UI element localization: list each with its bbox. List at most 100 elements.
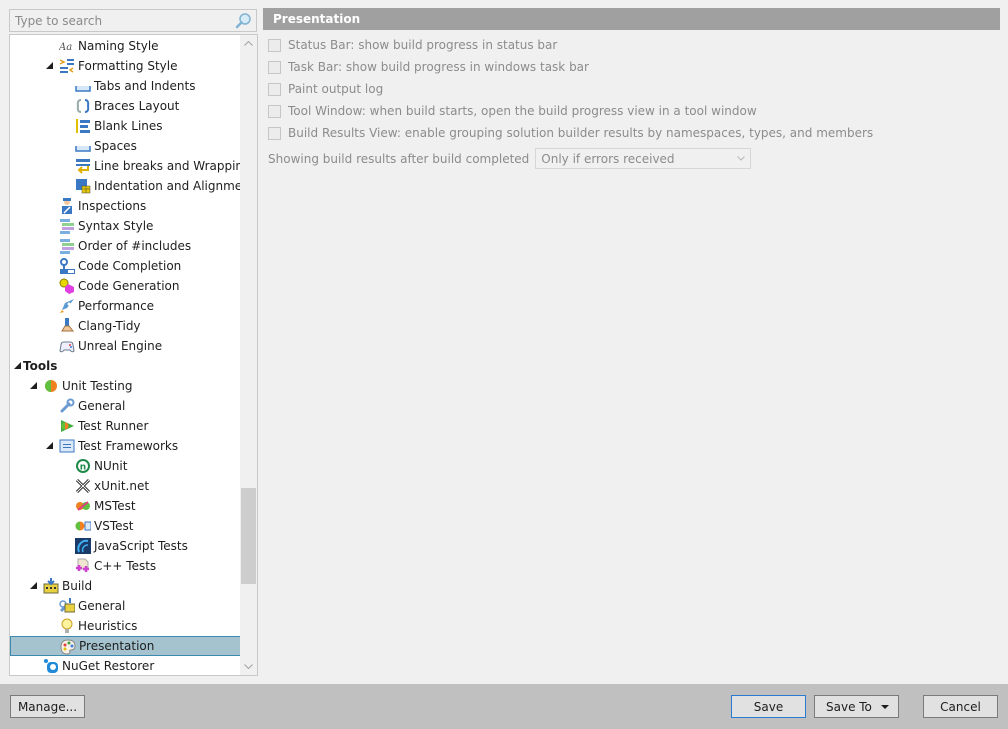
formatting-style-icon: [59, 58, 75, 74]
tree-item[interactable]: Inspections: [10, 196, 241, 216]
tree-item[interactable]: Syntax Style: [10, 216, 241, 236]
manage-button[interactable]: Manage...: [10, 695, 85, 718]
tree-item[interactable]: Spaces: [10, 136, 241, 156]
tree-item[interactable]: xUnit.net: [10, 476, 241, 496]
tree-item[interactable]: NuGet Restorer: [10, 656, 241, 675]
scroll-thumb[interactable]: [241, 488, 256, 584]
tree-item-label: Presentation: [79, 639, 155, 653]
nuget-icon: [43, 658, 59, 674]
tree-item-label: C++ Tests: [94, 559, 157, 573]
wrench-icon: [59, 398, 75, 414]
indentation-icon: [75, 178, 91, 194]
tree-item[interactable]: Heuristics: [10, 616, 241, 636]
option-build-results-view[interactable]: Build Results View: enable grouping solu…: [268, 124, 873, 142]
build-general-icon: [59, 598, 76, 614]
tree-item-label: Spaces: [94, 139, 137, 153]
tree-scrollbar[interactable]: [240, 35, 257, 675]
expander-expanded-icon[interactable]: [45, 61, 55, 71]
tree-item-label: Braces Layout: [94, 99, 180, 113]
tree-item[interactable]: Blank Lines: [10, 116, 241, 136]
tree-item[interactable]: Braces Layout: [10, 96, 241, 116]
showing-results-dropdown[interactable]: Only if errors received: [535, 148, 752, 169]
paint-output-log-checkbox[interactable]: [268, 82, 281, 96]
chevron-down-icon: [737, 154, 746, 164]
svg-text:Aa: Aa: [59, 42, 72, 53]
tree-item[interactable]: Order of #includes: [10, 236, 241, 256]
scroll-down-arrow-icon[interactable]: [240, 658, 257, 675]
tree-item[interactable]: Presentation: [10, 636, 241, 656]
tree-item[interactable]: Unit Testing: [10, 376, 241, 396]
scroll-up-arrow-icon[interactable]: [240, 35, 257, 52]
tree-item[interactable]: Code Generation: [10, 276, 241, 296]
expander-expanded-icon[interactable]: [13, 361, 23, 371]
tree-item[interactable]: Test Runner: [10, 416, 241, 436]
tree-item[interactable]: JavaScript Tests: [10, 536, 241, 556]
status-bar-checkbox[interactable]: [268, 38, 281, 52]
tree-item[interactable]: General: [10, 596, 241, 616]
search-icon[interactable]: [235, 12, 253, 30]
tree-item[interactable]: Indentation and Alignment: [10, 176, 254, 196]
expander-expanded-icon[interactable]: [45, 441, 55, 451]
tree-item-label: Unreal Engine: [78, 339, 163, 353]
tree-item[interactable]: Line breaks and Wrapping: [10, 156, 251, 176]
spaces-icon: [75, 138, 91, 154]
option-status-bar[interactable]: Status Bar: show build progress in statu…: [268, 36, 557, 54]
tree-item-label: JavaScript Tests: [94, 539, 188, 553]
save-to-button[interactable]: Save To: [814, 695, 899, 718]
unit-testing-icon: [43, 378, 59, 394]
tree-item-label: Order of #includes: [78, 239, 192, 253]
clang-tidy-icon: [59, 318, 75, 334]
expander-expanded-icon[interactable]: [29, 581, 39, 591]
tree-item-label: Indentation and Alignment: [94, 179, 255, 193]
cancel-button[interactable]: Cancel: [923, 695, 998, 718]
tree-item[interactable]: Unreal Engine: [10, 336, 241, 356]
tree-item[interactable]: MSTest: [10, 496, 241, 516]
build-results-view-checkbox[interactable]: [268, 126, 281, 140]
tree-item[interactable]: Formatting Style: [10, 56, 241, 76]
tree-item[interactable]: Build: [10, 576, 241, 596]
cpp-tests-icon: [75, 558, 91, 574]
tabs-indents-icon: [75, 78, 91, 94]
tree-item[interactable]: Clang-Tidy: [10, 316, 241, 336]
tree-item[interactable]: General: [10, 396, 241, 416]
task-bar-checkbox[interactable]: [268, 60, 281, 74]
search-box: [9, 9, 257, 32]
code-generation-icon: [59, 278, 75, 294]
test-runner-icon: [59, 418, 75, 434]
save-button[interactable]: Save: [731, 695, 806, 718]
tree-item[interactable]: VSTest: [10, 516, 241, 536]
tree-item[interactable]: Aa Naming Style: [10, 36, 241, 56]
lightbulb-icon: [59, 618, 75, 634]
tree-item-label: Unit Testing: [62, 379, 133, 393]
code-completion-icon: [59, 258, 75, 274]
option-paint-output-log[interactable]: Paint output log: [268, 80, 383, 98]
search-input[interactable]: [10, 10, 235, 31]
tree-item-label: Heuristics: [78, 619, 138, 633]
task-bar-label: Task Bar: show build progress in windows…: [288, 60, 589, 74]
option-tool-window[interactable]: Tool Window: when build starts, open the…: [268, 102, 757, 120]
tree-item-label: xUnit.net: [94, 479, 150, 493]
build-results-view-label: Build Results View: enable grouping solu…: [288, 126, 874, 140]
inspections-icon: [59, 198, 75, 214]
tree-item-label: Naming Style: [78, 39, 159, 53]
tree-item-label: Code Completion: [78, 259, 182, 273]
tree-item[interactable]: n NUnit: [10, 456, 241, 476]
tree-item-label: Test Frameworks: [78, 439, 179, 453]
tree-item-label: Tools: [23, 359, 58, 373]
tree-item[interactable]: Code Completion: [10, 256, 241, 276]
tool-window-checkbox[interactable]: [268, 104, 281, 118]
tree-item[interactable]: Tools: [10, 356, 241, 376]
tree-item[interactable]: C++ Tests: [10, 556, 241, 576]
line-breaks-icon: [75, 158, 91, 174]
option-task-bar[interactable]: Task Bar: show build progress in windows…: [268, 58, 589, 76]
tree-item-label: Line breaks and Wrapping: [94, 159, 251, 173]
tree-item[interactable]: Performance: [10, 296, 241, 316]
tree-item[interactable]: Test Frameworks: [10, 436, 241, 456]
test-frameworks-icon: [59, 438, 75, 454]
tree-item[interactable]: Tabs and Indents: [10, 76, 241, 96]
tree-item-label: Formatting Style: [78, 59, 178, 73]
vstest-icon: [75, 518, 92, 534]
nunit-icon: n: [75, 458, 91, 474]
tree-item-label: Blank Lines: [94, 119, 163, 133]
expander-expanded-icon[interactable]: [29, 381, 39, 391]
